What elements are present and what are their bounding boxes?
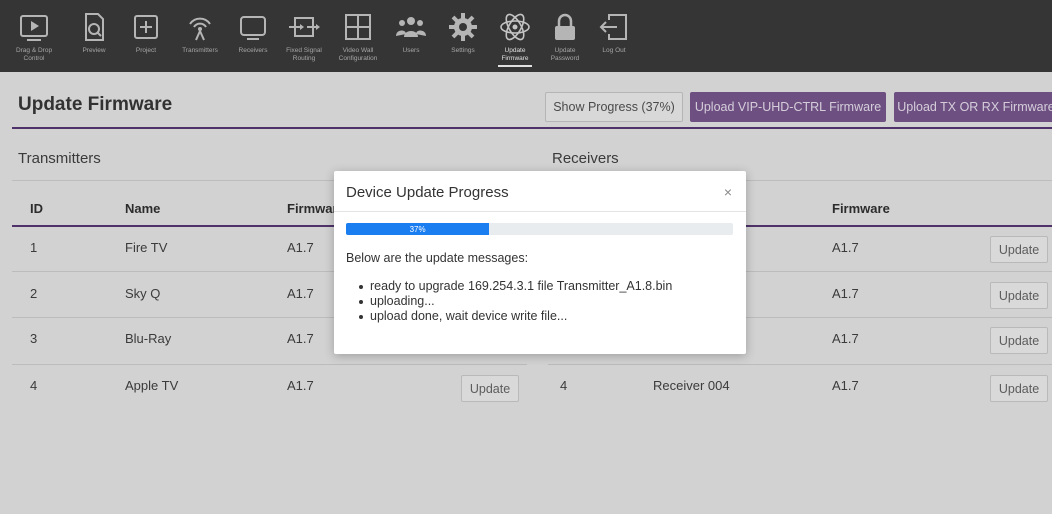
update-message: uploading... <box>359 294 672 309</box>
update-message-list: ready to upgrade 169.254.3.1 file Transm… <box>359 279 672 324</box>
modal-divider <box>334 211 746 212</box>
progress-bar: 37% <box>346 223 733 235</box>
modal-intro-text: Below are the update messages: <box>346 251 529 265</box>
close-icon[interactable]: × <box>724 184 732 200</box>
update-message: ready to upgrade 169.254.3.1 file Transm… <box>359 279 672 294</box>
modal-title: Device Update Progress <box>346 184 509 201</box>
update-message: upload done, wait device write file... <box>359 309 672 324</box>
progress-fill: 37% <box>346 223 490 235</box>
device-update-progress-modal: Device Update Progress × 37% Below are t… <box>334 171 746 354</box>
